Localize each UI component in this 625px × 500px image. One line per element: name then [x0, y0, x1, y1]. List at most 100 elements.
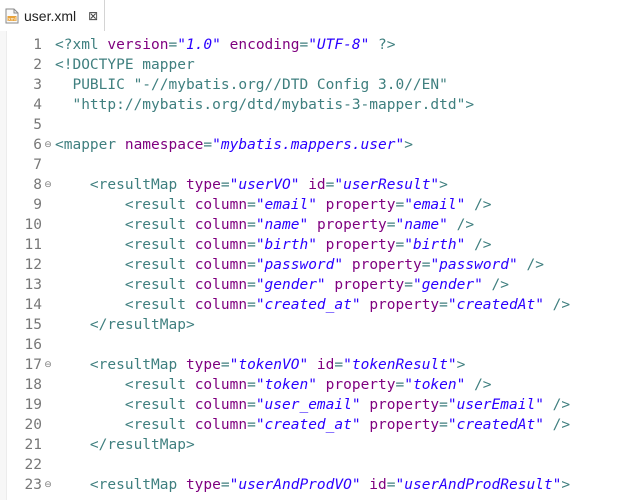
xml-string: "user_email" [255, 397, 361, 413]
code-text: <result column="user_email" property="us… [55, 395, 570, 415]
xml-markup: <result [55, 417, 195, 433]
line-number: 21 [24, 437, 42, 453]
code-line[interactable]: 11 <result column="birth" property="birt… [0, 235, 625, 255]
xml-markup [299, 177, 308, 193]
fold-collapse-icon[interactable]: ⊖ [43, 175, 53, 195]
xml-string: "name" [395, 217, 448, 233]
xml-markup [317, 237, 326, 253]
xml-string: "1.0" [177, 37, 221, 53]
xml-string: "gender" [255, 277, 326, 293]
xml-string: "-//mybatis.org//DTD Config 3.0//EN" [133, 77, 448, 93]
code-line[interactable]: 10 <result column="name" property="name"… [0, 215, 625, 235]
xml-markup: = [247, 277, 256, 293]
code-line[interactable]: 20 <result column="created_at" property=… [0, 415, 625, 435]
code-line[interactable]: 2 <!DOCTYPE mapper [0, 55, 625, 75]
xml-markup: <result [55, 237, 195, 253]
xml-markup [221, 37, 230, 53]
xml-markup: = [203, 137, 213, 153]
xml-attribute: id [308, 177, 326, 193]
xml-markup: = [168, 37, 178, 53]
xml-markup: /> [482, 277, 510, 293]
code-line[interactable]: 22 [0, 455, 625, 475]
code-text: PUBLIC "-//mybatis.org//DTD Config 3.0//… [55, 75, 448, 95]
xml-markup [361, 417, 370, 433]
xml-markup: <resultMap [55, 357, 186, 373]
code-line[interactable]: 16 [0, 335, 625, 355]
xml-markup: = [439, 397, 448, 413]
xml-attribute: type [185, 477, 221, 493]
xml-string: "tokenResult" [343, 357, 457, 373]
code-text: <result column="created_at" property="cr… [55, 415, 570, 435]
xml-markup: = [247, 377, 256, 393]
xml-string: "name" [255, 217, 309, 233]
xml-attribute: type [185, 357, 221, 373]
fold-collapse-icon[interactable]: ⊖ [43, 475, 53, 495]
line-number: 12 [24, 257, 42, 273]
code-text: <result column="email" property="email" … [55, 195, 492, 215]
fold-collapse-icon[interactable]: ⊖ [43, 135, 53, 155]
code-text: </resultMap> [55, 435, 195, 455]
xml-markup: = [386, 217, 396, 233]
xml-string: "userEmail" [447, 397, 544, 413]
xml-markup [317, 377, 326, 393]
fold-collapse-icon[interactable]: ⊖ [43, 355, 53, 375]
code-line[interactable]: 15 </resultMap> [0, 315, 625, 335]
code-line[interactable]: 21 </resultMap> [0, 435, 625, 455]
xml-markup: /> [465, 237, 492, 253]
xml-string: "http://mybatis.org/dtd/mybatis-3-mapper… [72, 97, 466, 113]
xml-markup: = [247, 217, 256, 233]
line-number: 14 [24, 297, 42, 313]
code-line[interactable]: 4 "http://mybatis.org/dtd/mybatis-3-mapp… [0, 95, 625, 115]
xml-markup: <resultMap [55, 477, 186, 493]
code-line[interactable]: 12 <result column="password" property="p… [0, 255, 625, 275]
tab-user-xml[interactable]: xml user.xml ⊠ [0, 0, 105, 31]
xml-attribute: column [194, 417, 248, 433]
line-number: 5 [33, 117, 42, 133]
code-line[interactable]: 7 [0, 155, 625, 175]
svg-text:xml: xml [8, 16, 16, 21]
xml-attribute: column [194, 237, 248, 253]
xml-file-icon: xml [5, 8, 19, 24]
code-text: <result column="created_at" property="cr… [55, 295, 570, 315]
code-text: </resultMap> [55, 315, 195, 335]
xml-markup: > [456, 357, 466, 373]
xml-markup: </resultMap> [55, 437, 195, 453]
code-line[interactable]: 19 <result column="user_email" property=… [0, 395, 625, 415]
code-line[interactable]: 8 ⊖ <resultMap type="userVO" id="userResu… [0, 175, 625, 195]
xml-markup: = [439, 297, 448, 313]
code-line[interactable]: 3 PUBLIC "-//mybatis.org//DTD Config 3.0… [0, 75, 625, 95]
line-number: 19 [24, 397, 42, 413]
code-line[interactable]: 6 ⊖ <mapper namespace="mybatis.mappers.use… [0, 135, 625, 155]
xml-markup: = [247, 257, 256, 273]
code-line[interactable]: 18 <result column="token" property="toke… [0, 375, 625, 395]
code-line[interactable]: 14 <result column="created_at" property=… [0, 295, 625, 315]
code-line[interactable]: 17 ⊖ <resultMap type="tokenVO" id="tokenR… [0, 355, 625, 375]
close-icon[interactable]: ⊠ [88, 9, 98, 23]
xml-markup: <?xml [55, 37, 108, 53]
xml-string: "createdAt" [447, 417, 544, 433]
code-line[interactable]: 5 [0, 115, 625, 135]
xml-string: "created_at" [255, 417, 361, 433]
xml-markup [308, 217, 317, 233]
xml-markup: <result [55, 197, 195, 213]
xml-markup: = [247, 237, 256, 253]
code-line[interactable]: 1 <?xml version="1.0" encoding="UTF-8" ?> [0, 35, 625, 55]
xml-markup: = [395, 377, 405, 393]
xml-markup: = [220, 477, 230, 493]
code-text: <resultMap type="userAndProdVO" id="user… [55, 475, 570, 495]
code-line[interactable]: 13 <result column="gender" property="gen… [0, 275, 625, 295]
code-text: <resultMap type="tokenVO" id="tokenResul… [55, 355, 465, 375]
line-number: 3 [33, 77, 42, 93]
line-number: 9 [33, 197, 42, 213]
xml-markup: PUBLIC [55, 77, 134, 93]
xml-markup: > [439, 177, 448, 193]
line-number: 4 [33, 97, 42, 113]
code-line[interactable]: 23 ⊖ <resultMap type="userAndProdVO" id="… [0, 475, 625, 495]
xml-markup: = [439, 417, 448, 433]
xml-string: "password" [430, 257, 518, 273]
xml-attribute: encoding [229, 37, 300, 53]
code-line[interactable]: 9 <result column="email" property="email… [0, 195, 625, 215]
xml-string: "createdAt" [447, 297, 544, 313]
xml-string: "email" [404, 197, 466, 213]
code-editor[interactable]: 1 <?xml version="1.0" encoding="UTF-8" ?>… [0, 31, 625, 500]
